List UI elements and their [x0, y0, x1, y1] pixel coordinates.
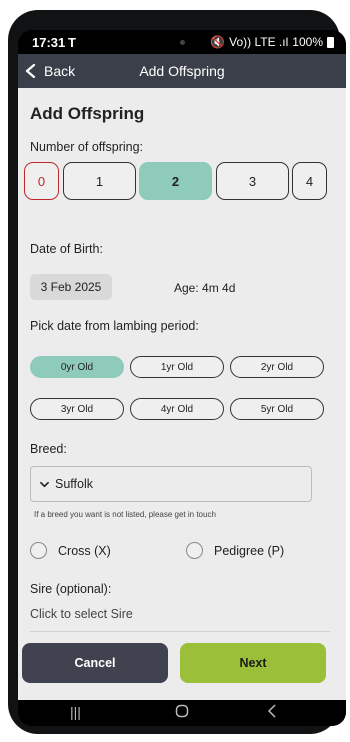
cross-radio[interactable]: Cross (X) — [30, 542, 111, 559]
offspring-option-3[interactable]: 3 — [216, 162, 289, 200]
breed-value: Suffolk — [55, 477, 93, 491]
battery-percent: 100% — [292, 35, 323, 49]
chevron-down-icon — [40, 481, 49, 487]
breed-label: Breed: — [30, 442, 67, 456]
age-option-3yr[interactable]: 3yr Old — [30, 398, 124, 420]
age-option-2yr[interactable]: 2yr Old — [230, 356, 324, 378]
status-bar: 17:31 T 🔇 Vo)) LTE .ıl 100% — [18, 30, 346, 54]
sire-selector[interactable]: Click to select Sire — [30, 607, 133, 621]
app-header: Back Add Offspring — [18, 54, 346, 88]
phone-frame: 17:31 T 🔇 Vo)) LTE .ıl 100% Back Add Off… — [8, 10, 346, 734]
header-title: Add Offspring — [139, 63, 225, 79]
page-title: Add Offspring — [30, 104, 145, 123]
offspring-count-selector: 0 1 2 3 4 — [22, 162, 342, 202]
mute-icon: 🔇 — [210, 35, 226, 49]
nav-back-icon[interactable] — [266, 704, 278, 721]
divider — [30, 631, 330, 632]
pedigree-radio[interactable]: Pedigree (P) — [186, 542, 284, 559]
signal-text: Vo)) LTE .ıl — [229, 35, 289, 49]
age-option-0yr[interactable]: 0yr Old — [30, 356, 124, 378]
cross-label: Cross (X) — [58, 543, 111, 558]
radio-circle[interactable] — [30, 542, 47, 559]
status-icons: 🔇 Vo)) LTE .ıl 100% — [210, 35, 334, 49]
age-option-1yr[interactable]: 1yr Old — [130, 356, 224, 378]
offspring-option-1[interactable]: 1 — [63, 162, 136, 200]
radio-circle[interactable] — [186, 542, 203, 559]
sire-label: Sire (optional): — [30, 582, 112, 596]
system-nav-bar: ||| — [18, 700, 346, 726]
status-time: 17:31 — [32, 35, 66, 50]
offspring-option-2[interactable]: 2 — [139, 162, 212, 200]
offspring-option-4[interactable]: 4 — [292, 162, 327, 200]
num-offspring-label: Number of offspring: — [30, 140, 144, 154]
battery-icon — [327, 36, 334, 48]
dob-label: Date of Birth: — [30, 242, 103, 256]
phone-screen: 17:31 T 🔇 Vo)) LTE .ıl 100% Back Add Off… — [18, 30, 346, 726]
age-text: Age: 4m 4d — [174, 281, 236, 295]
form-content: Add Offspring Number of offspring: 0 1 2… — [18, 88, 346, 700]
front-camera — [180, 40, 185, 45]
cancel-button[interactable]: Cancel — [22, 643, 168, 683]
breed-hint: If a breed you want is not listed, pleas… — [34, 510, 216, 519]
status-carrier: T — [68, 35, 76, 50]
pedigree-label: Pedigree (P) — [214, 543, 285, 558]
home-icon[interactable] — [175, 704, 189, 721]
lambing-period-label: Pick date from lambing period: — [30, 319, 199, 333]
offspring-option-0[interactable]: 0 — [24, 162, 59, 200]
recents-icon[interactable]: ||| — [70, 704, 81, 720]
next-button[interactable]: Next — [180, 643, 326, 683]
age-option-4yr[interactable]: 4yr Old — [130, 398, 224, 420]
age-option-5yr[interactable]: 5yr Old — [230, 398, 324, 420]
breed-dropdown[interactable]: Suffolk — [30, 466, 312, 502]
dob-picker[interactable]: 3 Feb 2025 — [30, 274, 112, 300]
